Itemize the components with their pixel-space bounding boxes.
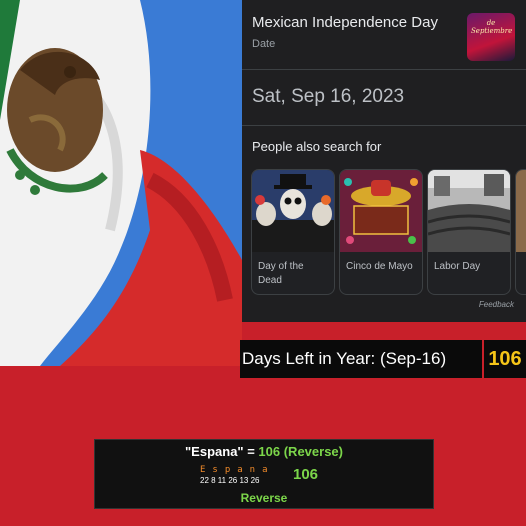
cipher-box: "Espana" = 106 (Reverse) Espana 22 8 11 … (94, 439, 434, 509)
cipher-heading: "Espana" = 106 (Reverse) (95, 444, 433, 459)
cipher-equals: = (243, 444, 259, 459)
day-of-the-dead-image (252, 170, 334, 252)
also-search-heading: People also search for (252, 139, 382, 154)
cipher-letters: Espana (200, 465, 275, 475)
divider (242, 125, 526, 126)
mexican-flag-photo (0, 0, 242, 366)
cipher-letter-values: 22 8 11 26 13 26 (200, 476, 260, 485)
cipher-method: Reverse (240, 491, 288, 505)
related-card-partial[interactable] (515, 169, 526, 295)
days-left-value: 106 (484, 340, 526, 378)
panel-title[interactable]: Mexican Independence Day (252, 14, 438, 31)
cipher-result: 106 (Reverse) (258, 444, 343, 459)
panel-subtitle: Date (252, 38, 276, 50)
feedback-link[interactable]: Feedback (479, 300, 514, 309)
card-label: Labor Day (434, 261, 481, 272)
cipher-word: "Espana" (185, 444, 244, 459)
flag-illustration (0, 0, 242, 366)
partial-card-image (516, 170, 526, 252)
event-date: Sat, Sep 16, 2023 (252, 86, 405, 107)
related-card-cinco-de-mayo[interactable]: Cinco de Mayo (339, 169, 423, 295)
related-card-labor-day[interactable]: Labor Day (427, 169, 511, 295)
days-left-label: Days Left in Year: (Sep-16) (240, 340, 482, 378)
related-card-day-of-the-dead[interactable]: Day of the Dead (251, 169, 335, 295)
cinco-de-mayo-image (340, 170, 422, 252)
labor-day-image (428, 170, 510, 252)
card-label: Day of the Dead (258, 261, 304, 286)
cipher-total: 106 (293, 466, 319, 483)
panel-thumbnail[interactable]: de Septiembre (467, 13, 515, 61)
thumbnail-caption: de Septiembre (471, 19, 513, 35)
knowledge-panel: Mexican Independence Day Date de Septiem… (242, 0, 526, 322)
divider (242, 69, 526, 70)
card-label: Cinco de Mayo (346, 261, 413, 272)
